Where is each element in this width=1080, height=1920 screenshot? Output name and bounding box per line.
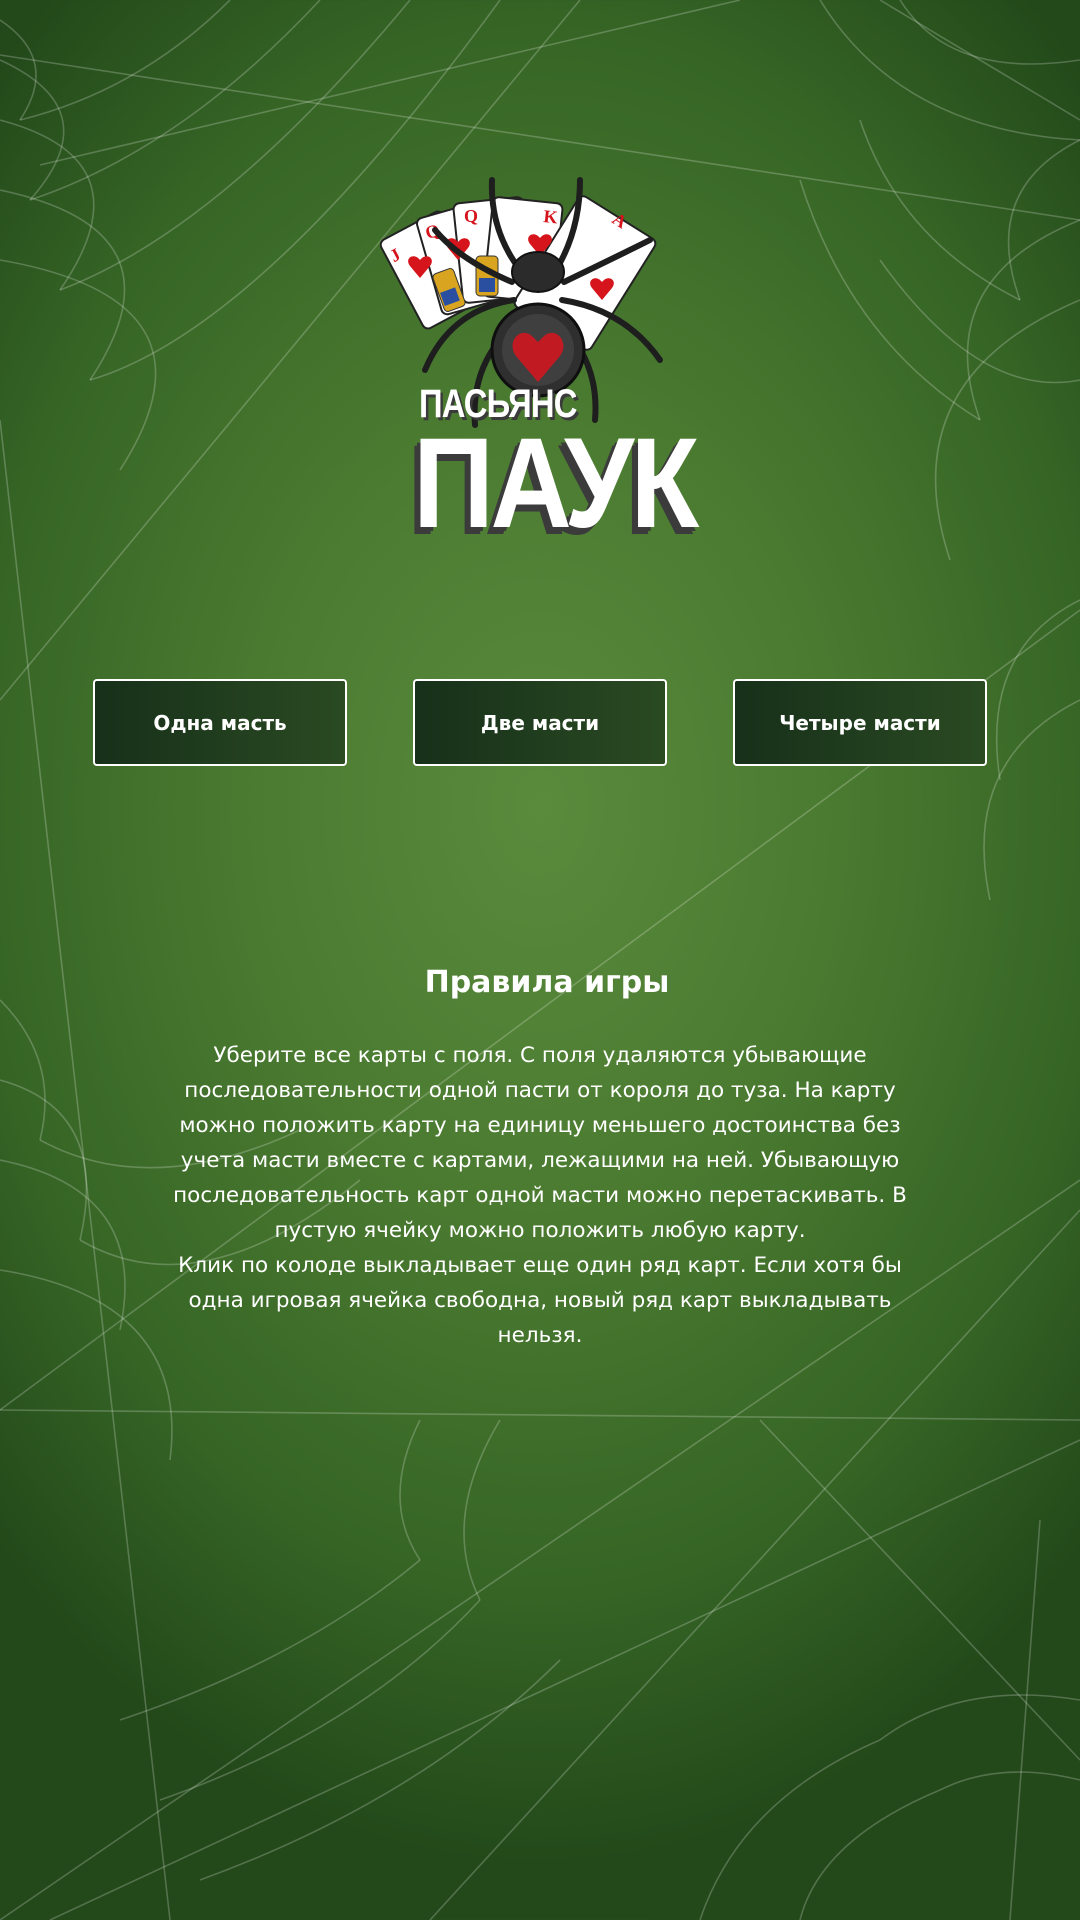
four-suits-button[interactable]: Четыре масти [733,679,987,766]
logo-title-big: ПАУК [413,412,699,555]
two-suits-button[interactable]: Две масти [413,679,667,766]
one-suit-button[interactable]: Одна масть [93,679,347,766]
rules-paragraph-1: Уберите все карты с поля. С поля удаляют… [173,1043,907,1243]
card-letter-q2: Q [464,206,478,226]
rules-paragraph-2: Клик по колоде выкладывает еще один ряд … [178,1253,902,1348]
mode-selector: Одна масть Две масти Четыре масти [93,679,987,766]
spider-head [511,251,565,293]
rules-text: Уберите все карты с поля. С поля удаляют… [160,1038,920,1353]
rules-title: Правила игры [424,965,670,1000]
card-letter-k: K [543,206,559,227]
